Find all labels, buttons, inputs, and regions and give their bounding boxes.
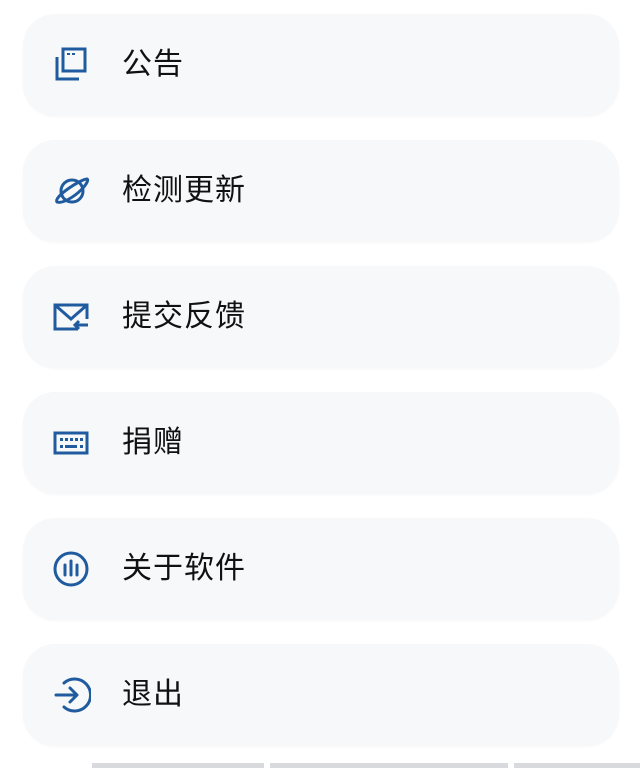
menu-item-check-update[interactable]: 检测更新 (23, 140, 619, 242)
menu-item-label: 提交反馈 (122, 299, 246, 334)
settings-menu: 公告 检测更新 提交反馈 捐赠 关于软件 退出 (0, 0, 640, 768)
menu-item-announcement[interactable]: 公告 (23, 14, 619, 116)
menu-item-label: 关于软件 (122, 551, 246, 586)
menu-item-label: 公告 (122, 47, 184, 82)
divider-segment (514, 763, 640, 768)
menu-item-donate[interactable]: 捐赠 (23, 392, 619, 494)
bars-circle-icon (51, 549, 91, 589)
menu-item-label: 检测更新 (122, 173, 246, 208)
divider-segment (92, 763, 264, 768)
menu-item-about[interactable]: 关于软件 (23, 518, 619, 620)
announcement-icon (51, 45, 91, 85)
menu-item-feedback[interactable]: 提交反馈 (23, 266, 619, 368)
menu-item-label: 捐赠 (122, 425, 184, 460)
keyboard-icon (51, 423, 91, 463)
bottom-divider (0, 760, 640, 768)
planet-icon (51, 171, 91, 211)
divider-segment (270, 763, 508, 768)
menu-item-logout[interactable]: 退出 (23, 644, 619, 746)
logout-icon (51, 675, 91, 715)
menu-item-label: 退出 (122, 677, 184, 712)
mail-feedback-icon (51, 297, 91, 337)
